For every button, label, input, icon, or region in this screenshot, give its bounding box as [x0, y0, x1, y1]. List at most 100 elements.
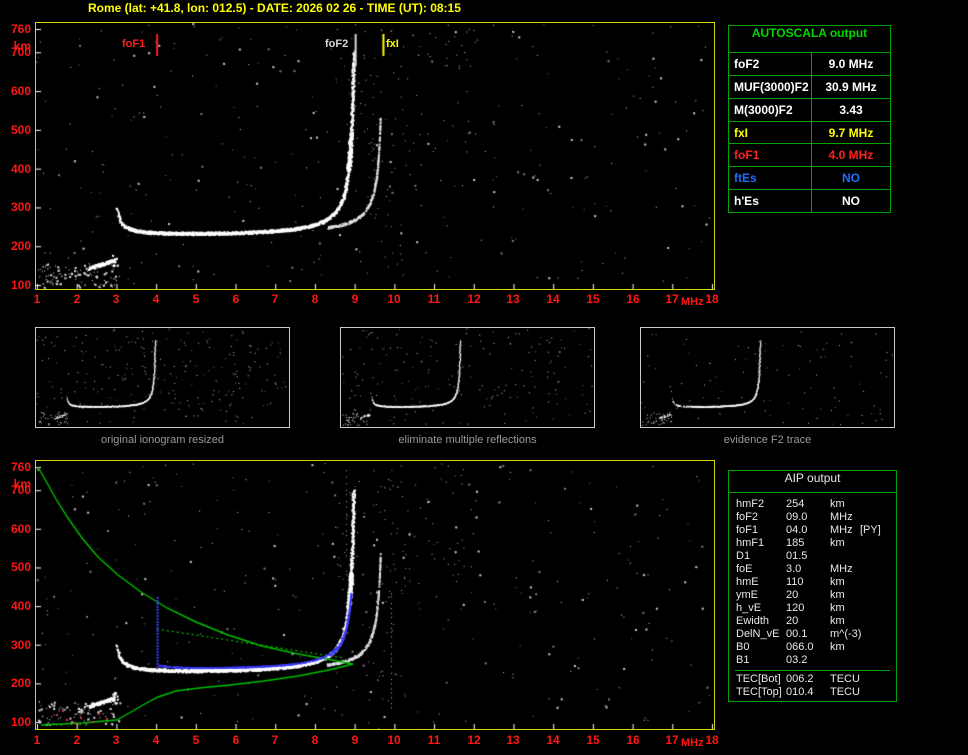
- thumbnail-caption-f2: evidence F2 trace: [723, 434, 812, 446]
- autoscala-window: Rome (lat: +41.8, lon: 012.5) - DATE: 20…: [0, 0, 968, 755]
- x-tick-label: 9: [351, 292, 359, 306]
- x-tick-label: 14: [546, 292, 560, 306]
- aip-unit: km: [830, 602, 845, 614]
- aip-note: [860, 615, 896, 628]
- y-tick-label: 100: [10, 278, 31, 292]
- x-tick-label: 3: [112, 292, 120, 306]
- y-tick-label: 100: [10, 715, 31, 729]
- aip-panel-title: AIP output: [729, 471, 896, 493]
- y-axis-unit: km: [13, 39, 31, 53]
- aip-note: [860, 498, 896, 511]
- marker-label-fxi: fxI: [386, 38, 399, 50]
- aip-param: hmE: [736, 576, 759, 588]
- autoscala-value: 4.0 MHz: [811, 144, 890, 167]
- autoscala-param: fxI: [734, 125, 749, 140]
- ionogram-plot-main: [35, 22, 715, 290]
- aip-param: hmF1: [736, 537, 765, 549]
- aip-unit: MHz: [830, 524, 853, 536]
- autoscala-value: 9.7 MHz: [811, 121, 890, 144]
- autoscala-value: NO: [811, 190, 890, 213]
- aip-note: [860, 576, 896, 589]
- aip-note: [860, 628, 896, 641]
- aip-param: B0: [736, 641, 750, 653]
- x-tick-label: 12: [467, 292, 481, 306]
- aip-row-hmf1: hmF1 185 km: [729, 537, 896, 550]
- autoscala-param: MUF(3000)F2: [734, 79, 809, 94]
- y-tick-label: 400: [10, 162, 31, 176]
- thumbnail-canvas-f2: [641, 328, 894, 427]
- aip-unit: km: [830, 537, 845, 549]
- aip-param: TEC[Bot]: [736, 673, 781, 685]
- aip-note: [860, 563, 896, 576]
- aip-param: TEC[Top]: [736, 686, 782, 698]
- aip-unit: MHz: [830, 511, 853, 523]
- aip-note: [860, 673, 896, 686]
- x-tick-label: 6: [232, 292, 240, 306]
- x-tick-label: 6: [232, 733, 240, 747]
- aip-value: 066.0: [786, 641, 814, 653]
- aip-rows: hmF2 254 km foF2 09.0 MHz foF1 04.0 MHz [PY] hmF1 1…: [729, 493, 896, 699]
- aip-row-tec[top]: TEC[Top] 010.4 TECU: [729, 686, 896, 699]
- y-tick-label: 760: [10, 22, 31, 36]
- aip-param: Ewidth: [736, 615, 770, 627]
- autoscala-value: 3.43: [811, 98, 890, 121]
- thumbnail-canvas-reflections: [341, 328, 594, 427]
- aip-note: [860, 511, 896, 524]
- marker-label-fof2: foF2: [325, 38, 349, 50]
- aip-value: 20: [786, 615, 799, 627]
- x-tick-label: 15: [586, 733, 600, 747]
- x-tick-label: 13: [506, 292, 520, 306]
- autoscala-row-h'es: h'Es NO: [729, 190, 890, 213]
- aip-param: foF1: [736, 524, 759, 536]
- x-tick-label: 8: [311, 292, 319, 306]
- aip-unit: m^(-3): [830, 628, 862, 640]
- aip-param: DelN_vE: [736, 628, 780, 640]
- thumbnail-evidence-f2: [640, 327, 895, 428]
- aip-unit: km: [830, 589, 845, 601]
- aip-note: [860, 686, 896, 699]
- y-tick-label: 400: [10, 599, 31, 613]
- thumbnail-original-ionogram: [35, 327, 290, 428]
- thumbnail-caption-original: original ionogram resized: [101, 434, 224, 446]
- aip-value: 03.2: [786, 654, 808, 666]
- x-tick-label: 2: [73, 292, 81, 306]
- aip-param: B1: [736, 654, 750, 666]
- aip-row-hmf2: hmF2 254 km: [729, 498, 896, 511]
- x-tick-label: 1: [33, 733, 41, 747]
- aip-unit: [830, 550, 860, 563]
- autoscala-param: foF2: [734, 56, 760, 71]
- y-tick-label: 300: [10, 200, 31, 214]
- autoscala-row-ftes: ftEs NO: [729, 167, 890, 191]
- x-tick-label: 2: [73, 733, 81, 747]
- aip-row-b1: B1 03.2: [729, 654, 896, 667]
- aip-note: [860, 550, 896, 563]
- aip-unit: TECU: [830, 686, 860, 698]
- x-tick-label: 7: [271, 292, 279, 306]
- autoscala-row-fxi: fxI 9.7 MHz: [729, 121, 890, 145]
- x-tick-label: 16: [626, 292, 640, 306]
- autoscala-row-fof1: foF1 4.0 MHz: [729, 144, 890, 168]
- aip-note: [860, 641, 896, 654]
- autoscala-panel-title: AUTOSCALA output: [729, 26, 890, 53]
- x-tick-label: 1: [33, 292, 41, 306]
- autoscala-row-m(3000)f2: M(3000)F2 3.43: [729, 98, 890, 122]
- thumbnail-caption-reflections: eliminate multiple reflections: [398, 434, 537, 446]
- aip-value: 3.0: [786, 563, 802, 575]
- autoscala-param: foF1: [734, 148, 760, 163]
- aip-row-tec[bot]: TEC[Bot] 006.2 TECU: [729, 673, 896, 686]
- x-tick-label: 11: [427, 733, 441, 747]
- aip-unit: km: [830, 615, 845, 627]
- x-tick-label: 12: [467, 733, 481, 747]
- y-tick-label: 200: [10, 676, 31, 690]
- aip-param: foF2: [736, 511, 759, 523]
- autoscala-output-panel: AUTOSCALA output foF2 9.0 MHz MUF(3000)F2 3…: [728, 25, 891, 213]
- aip-value: 04.0: [786, 524, 808, 536]
- aip-row-foe: foE 3.0 MHz: [729, 563, 896, 576]
- y-tick-label: 300: [10, 638, 31, 652]
- autoscala-param: M(3000)F2: [734, 102, 793, 117]
- aip-param: D1: [736, 550, 751, 562]
- aip-value: 20: [786, 589, 799, 601]
- marker-label-fof1: foF1: [122, 38, 146, 50]
- y-tick-label: 500: [10, 123, 31, 137]
- x-tick-label: 11: [427, 292, 441, 306]
